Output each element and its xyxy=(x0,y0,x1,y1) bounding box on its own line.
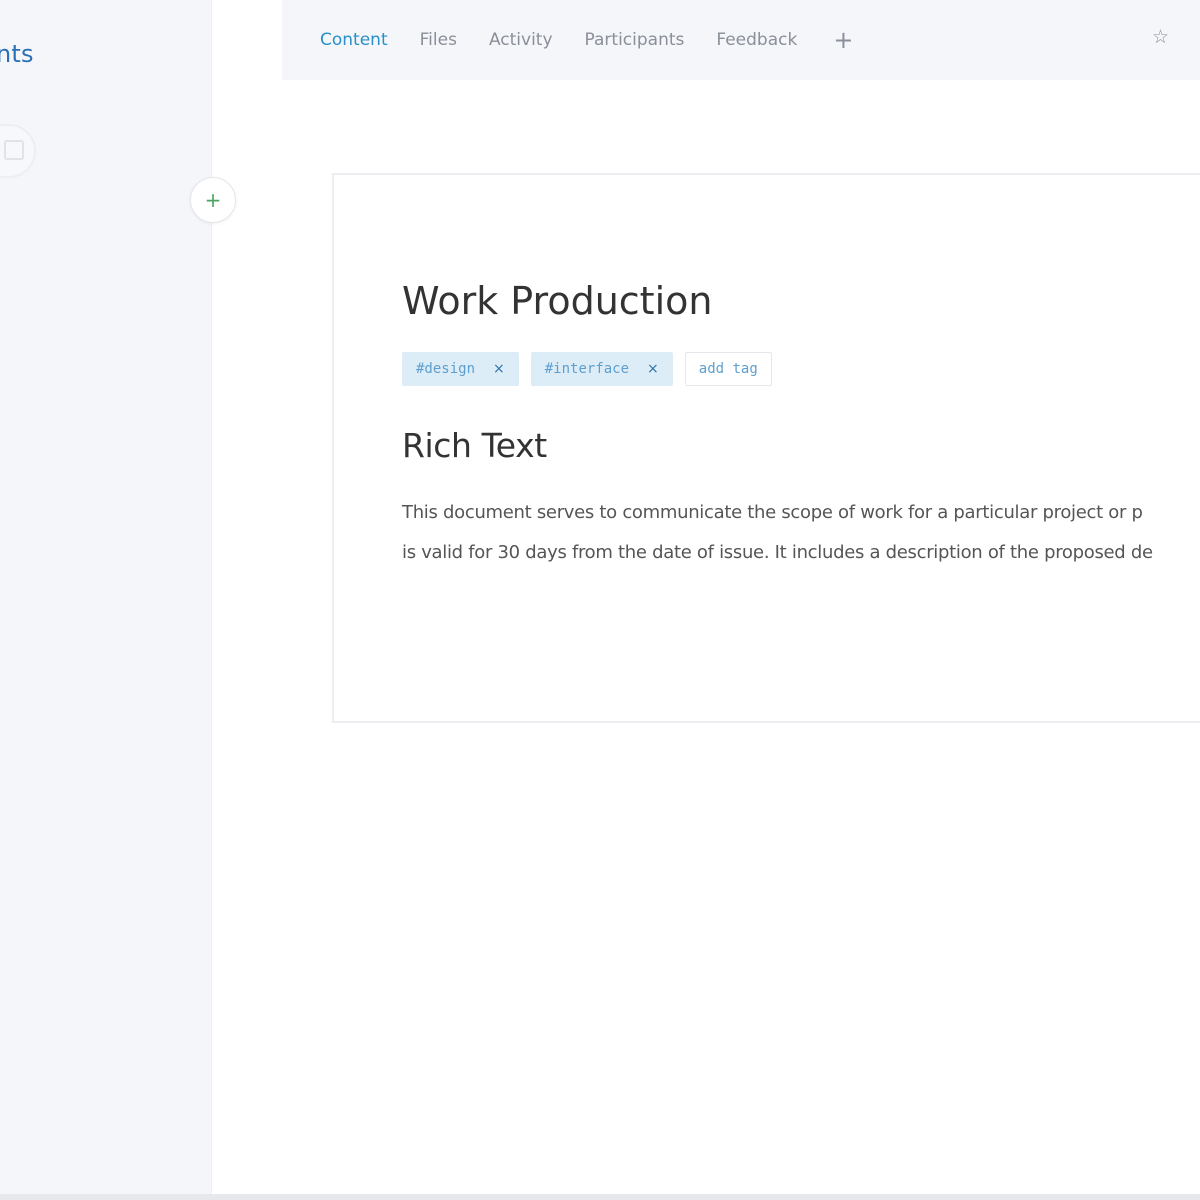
section-heading[interactable]: Rich Text xyxy=(402,426,547,465)
tag-label: #design xyxy=(416,361,476,377)
body-text-line[interactable]: This document serves to communicate the … xyxy=(402,502,1143,523)
tab-content[interactable]: Content xyxy=(320,30,388,50)
body-text-line[interactable]: is valid for 30 days from the date of is… xyxy=(402,542,1153,563)
remove-tag-icon[interactable]: × xyxy=(647,361,659,377)
star-icon[interactable]: ☆ xyxy=(1152,26,1169,48)
tag-label: #interface xyxy=(544,361,630,377)
add-section-button[interactable]: + xyxy=(190,177,236,223)
document-icon xyxy=(4,140,24,160)
tab-bar: Content Files Activity Participants Feed… xyxy=(282,0,1200,80)
tab-files[interactable]: Files xyxy=(420,30,457,50)
document-title[interactable]: Work Production xyxy=(402,279,712,323)
document-card: Work Production #design × #interface × a… xyxy=(332,173,1200,723)
plus-icon: + xyxy=(204,188,222,212)
sidebar-title[interactable]: nts xyxy=(0,40,34,68)
sidebar: nts xyxy=(0,0,212,1194)
tag-design[interactable]: #design × xyxy=(402,352,519,386)
tab-participants[interactable]: Participants xyxy=(585,30,685,50)
tab-activity[interactable]: Activity xyxy=(489,30,553,50)
sidebar-avatar-button[interactable] xyxy=(0,124,36,178)
app-window: nts + Content Files Activity Participant… xyxy=(0,0,1200,1200)
remove-tag-icon[interactable]: × xyxy=(493,361,505,377)
tab-feedback[interactable]: Feedback xyxy=(716,30,797,50)
tag-interface[interactable]: #interface × xyxy=(530,352,673,386)
tab-list: Content Files Activity Participants Feed… xyxy=(320,0,853,80)
tag-list: #design × #interface × add tag xyxy=(402,352,772,386)
add-tab-icon[interactable]: + xyxy=(833,28,853,52)
add-tag-button[interactable]: add tag xyxy=(684,352,772,386)
window-bottom-border xyxy=(0,1194,1200,1200)
